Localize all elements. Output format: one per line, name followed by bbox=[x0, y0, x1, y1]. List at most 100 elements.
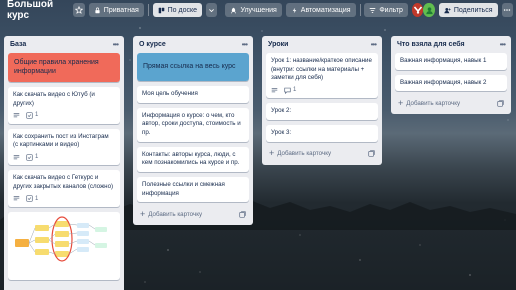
card-title: Общие правила хранения информации bbox=[8, 53, 120, 82]
board-header: Большой курс Приватная По доске Улучшени… bbox=[0, 0, 516, 21]
description-icon bbox=[13, 196, 20, 201]
list-card-image[interactable] bbox=[8, 212, 120, 280]
more-icon[interactable]: ••• bbox=[500, 40, 506, 49]
add-card-row: + Добавить карточку bbox=[137, 207, 249, 221]
checklist-count: 1 bbox=[35, 112, 39, 119]
card-title: Как скачать видео с Геткурс и других зак… bbox=[13, 174, 114, 191]
board-title[interactable]: Большой курс bbox=[3, 0, 69, 24]
list-title[interactable]: База bbox=[10, 41, 26, 48]
list-card[interactable]: Как скачать видео с Ютуб (и других) 1 bbox=[8, 86, 120, 124]
add-card-label: Добавить карточку bbox=[406, 99, 461, 107]
card-badges: 1 bbox=[13, 195, 115, 203]
more-icon[interactable]: ••• bbox=[371, 40, 377, 49]
add-card-row: + Добавить карточку bbox=[395, 96, 507, 110]
list-card[interactable]: Важная информация, навык 2 bbox=[395, 74, 507, 92]
card-title: Прямая ссылка на весь курс bbox=[137, 53, 249, 81]
card-title: Контакты: авторы курса, люди, с кем позн… bbox=[142, 150, 240, 167]
description-icon bbox=[13, 112, 20, 118]
list-baza[interactable]: База ••• Общие правила хранения информац… bbox=[4, 36, 124, 290]
list-card[interactable]: Контакты: авторы курса, люди, с кем позн… bbox=[137, 146, 249, 173]
improvements-label: Улучшения bbox=[240, 6, 277, 14]
add-card-label: Добавить карточку bbox=[148, 210, 203, 218]
card-title: Полезные ссылки и смежная информация bbox=[142, 181, 225, 197]
list-card[interactable]: Как сохранить пост из Инстаграм (с карти… bbox=[8, 128, 120, 166]
card-badges: 1 bbox=[13, 153, 115, 161]
share-button[interactable]: Поделиться bbox=[438, 3, 498, 17]
card-title: Важная информация, навык 2 bbox=[400, 78, 487, 86]
list-takeaways[interactable]: Что взяла для себя ••• Важная информация… bbox=[391, 36, 511, 115]
avatar-2[interactable] bbox=[423, 3, 435, 17]
list-about-course[interactable]: О курсе ••• Прямая ссылка на весь курс М… bbox=[133, 36, 253, 226]
view-switcher-button[interactable]: По доске bbox=[152, 3, 202, 17]
visibility-button[interactable]: Приватная bbox=[88, 3, 144, 17]
chevron-down-icon bbox=[209, 8, 215, 12]
avatar[interactable] bbox=[411, 3, 424, 17]
comment-icon bbox=[284, 87, 291, 94]
bolt-icon bbox=[292, 7, 297, 13]
checklist-badge: 1 bbox=[26, 111, 38, 119]
filter-icon bbox=[370, 7, 376, 13]
list-card[interactable]: Как скачать видео с Геткурс и других зак… bbox=[8, 170, 120, 208]
card-title: Урок 2: bbox=[271, 107, 292, 115]
list-card[interactable]: Общие правила хранения информации bbox=[8, 53, 120, 82]
card-title: Урок 1: название/краткое описание (внутр… bbox=[271, 57, 372, 82]
header-divider bbox=[147, 4, 149, 16]
view-label: По доске bbox=[167, 6, 197, 14]
rocket-icon bbox=[231, 7, 237, 13]
list-card[interactable]: Моя цель обучения bbox=[137, 86, 249, 103]
avatar-icon bbox=[413, 6, 422, 14]
template-icon[interactable] bbox=[368, 150, 375, 157]
list-card[interactable]: Информация о курсе: о чем, кто автор, ср… bbox=[137, 107, 249, 142]
template-icon[interactable] bbox=[497, 100, 504, 107]
checklist-icon bbox=[26, 195, 33, 203]
add-card-button[interactable]: + Добавить карточку bbox=[140, 209, 203, 219]
list-title[interactable]: О курсе bbox=[139, 41, 166, 48]
comment-count: 1 bbox=[293, 87, 297, 94]
visibility-label: Приватная bbox=[103, 6, 139, 14]
add-card-label: Добавить карточку bbox=[277, 150, 332, 158]
mindmap-thumbnail bbox=[11, 215, 115, 274]
board-menu-button[interactable] bbox=[501, 3, 513, 17]
card-title: Моя цель обучения bbox=[142, 90, 198, 97]
list-card[interactable]: Урок 3: bbox=[266, 125, 378, 142]
add-card-button[interactable]: + Добавить карточку bbox=[269, 149, 331, 158]
view-dropdown-button[interactable] bbox=[206, 3, 218, 17]
improvements-button[interactable]: Улучшения bbox=[225, 3, 282, 17]
checklist-icon bbox=[26, 153, 33, 161]
header-divider-2 bbox=[359, 4, 361, 16]
list-header: Уроки ••• bbox=[266, 36, 378, 53]
more-icon[interactable]: ••• bbox=[242, 40, 248, 49]
user-icon bbox=[425, 6, 433, 14]
more-icon[interactable]: ••• bbox=[113, 40, 119, 49]
plus-icon: + bbox=[269, 148, 275, 159]
card-title: Информация о курсе: о чем, кто автор, ср… bbox=[142, 111, 241, 137]
checklist-icon bbox=[26, 112, 33, 119]
lock-icon bbox=[95, 7, 100, 13]
checklist-badge: 1 bbox=[26, 153, 38, 161]
more-icon bbox=[504, 9, 511, 11]
checklist-count: 1 bbox=[35, 195, 39, 202]
list-card[interactable]: Полезные ссылки и смежная информация bbox=[137, 177, 249, 203]
card-badges: 1 bbox=[13, 111, 115, 119]
add-card-button[interactable]: + Добавить карточку bbox=[398, 97, 461, 108]
filter-label: Фильтр bbox=[379, 6, 403, 14]
star-icon bbox=[75, 6, 84, 14]
template-icon[interactable] bbox=[239, 211, 246, 218]
list-card[interactable]: Урок 2: bbox=[266, 103, 378, 121]
automation-button[interactable]: Автоматизация bbox=[285, 3, 356, 17]
checklist-badge: 1 bbox=[26, 195, 38, 203]
plus-icon: + bbox=[398, 97, 404, 108]
list-title[interactable]: Уроки bbox=[268, 41, 288, 48]
list-title[interactable]: Что взяла для себя bbox=[397, 41, 465, 48]
list-lessons[interactable]: Уроки ••• Урок 1: название/краткое описа… bbox=[262, 36, 382, 165]
star-button[interactable] bbox=[73, 3, 85, 17]
list-header: База ••• bbox=[8, 36, 120, 53]
filter-button[interactable]: Фильтр bbox=[364, 3, 408, 17]
list-card[interactable]: Прямая ссылка на весь курс bbox=[137, 53, 249, 81]
list-header: О курсе ••• bbox=[137, 36, 249, 53]
board-icon bbox=[158, 7, 164, 13]
list-header: Что взяла для себя ••• bbox=[395, 36, 507, 53]
description-icon bbox=[271, 87, 278, 92]
list-card[interactable]: Важная информация, навык 1 bbox=[395, 53, 507, 70]
list-card[interactable]: Урок 1: название/краткое описание (внутр… bbox=[266, 53, 378, 99]
